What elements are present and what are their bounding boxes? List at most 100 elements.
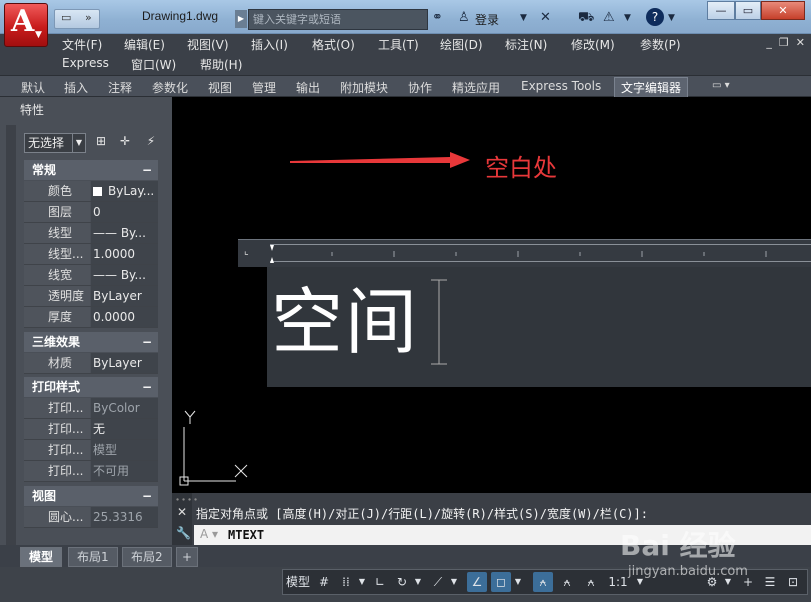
- grid-icon[interactable]: #: [315, 572, 333, 592]
- snap-dropdown-icon[interactable]: ▼: [357, 572, 367, 592]
- model-space-button[interactable]: 模型: [285, 572, 311, 592]
- menu-tools[interactable]: 工具(T): [378, 36, 419, 53]
- tab-layout1[interactable]: 布局1: [68, 547, 118, 567]
- auto-scale-icon[interactable]: ⍲: [557, 572, 577, 592]
- tab-parametric[interactable]: 参数化: [152, 79, 188, 96]
- property-row[interactable]: 线型... 1.0000: [24, 244, 158, 265]
- property-row[interactable]: 打印... 不可用: [24, 461, 158, 482]
- menu-view[interactable]: 视图(V): [187, 36, 229, 53]
- search-input[interactable]: [249, 10, 427, 29]
- property-row[interactable]: 打印... ByColor: [24, 398, 158, 419]
- ortho-icon[interactable]: ∟: [371, 572, 389, 592]
- close-icon[interactable]: ✕: [177, 505, 187, 519]
- ribbon-display-icon[interactable]: ▭ ▾: [712, 80, 730, 91]
- property-row[interactable]: 材质 ByLayer: [24, 353, 158, 374]
- mtext-content[interactable]: 空间: [271, 263, 419, 368]
- isodraft-dropdown-icon[interactable]: ▼: [449, 572, 459, 592]
- mdi-restore-icon[interactable]: ❐: [779, 36, 789, 49]
- tab-annotate[interactable]: 注释: [108, 79, 132, 96]
- collapse-icon[interactable]: −: [142, 377, 152, 397]
- property-row[interactable]: 打印... 无: [24, 419, 158, 440]
- help-dropdown-icon[interactable]: ▼: [668, 13, 675, 23]
- customize-wrench-icon[interactable]: 🔧: [176, 526, 191, 540]
- title-arrow-icon[interactable]: ▶: [235, 10, 247, 28]
- section-general[interactable]: 常规 −: [24, 160, 158, 180]
- menu-window[interactable]: 窗口(W): [131, 56, 176, 73]
- add-layout-icon[interactable]: +: [176, 547, 198, 567]
- close-button[interactable]: ✕: [761, 1, 805, 20]
- command-line-handle[interactable]: ∙∙∙∙ ✕ 🔧: [172, 493, 198, 545]
- collapse-icon[interactable]: −: [142, 332, 152, 352]
- menu-draw[interactable]: 绘图(D): [440, 36, 483, 53]
- tab-collaborate[interactable]: 协作: [408, 79, 432, 96]
- menu-insert[interactable]: 插入(I): [251, 36, 288, 53]
- network-dropdown-icon[interactable]: ▼: [624, 13, 631, 23]
- snap-icon[interactable]: ⁞⁞: [337, 572, 355, 592]
- drawing-canvas[interactable]: 空白处 ⌞ 空间: [172, 97, 811, 493]
- menu-help[interactable]: 帮助(H): [200, 56, 242, 73]
- menu-express[interactable]: Express: [62, 56, 109, 70]
- tab-model[interactable]: 模型: [20, 547, 63, 567]
- annotation-visibility-icon[interactable]: ⍲: [533, 572, 553, 592]
- menu-dimension[interactable]: 标注(N): [505, 36, 547, 53]
- exchange-icon[interactable]: ✕: [540, 10, 551, 25]
- collapse-icon[interactable]: −: [142, 160, 152, 180]
- tab-featured-apps[interactable]: 精选应用: [452, 79, 500, 96]
- polar-icon[interactable]: ↻: [393, 572, 411, 592]
- minimize-button[interactable]: —: [707, 1, 735, 20]
- tab-output[interactable]: 输出: [296, 79, 320, 96]
- object-snap-icon[interactable]: ◻: [491, 572, 511, 592]
- tab-addins[interactable]: 附加模块: [340, 79, 388, 96]
- menu-file[interactable]: 文件(F): [62, 36, 102, 53]
- command-prompt-icon[interactable]: A ▾: [200, 527, 218, 541]
- binoculars-icon[interactable]: ⚭: [432, 10, 443, 25]
- collapse-icon[interactable]: −: [142, 486, 152, 506]
- application-menu-button[interactable]: A ▼: [4, 3, 48, 47]
- maximize-button[interactable]: ▭: [735, 1, 761, 20]
- tab-view[interactable]: 视图: [208, 79, 232, 96]
- mdi-minimize-icon[interactable]: _: [766, 36, 772, 49]
- property-row[interactable]: 线型 —— By...: [24, 223, 158, 244]
- mdi-close-icon[interactable]: ✕: [796, 36, 805, 49]
- tab-express-tools[interactable]: Express Tools: [521, 79, 601, 93]
- grip-icon[interactable]: ∙∙∙∙: [175, 495, 199, 504]
- menu-format[interactable]: 格式(O): [312, 36, 355, 53]
- mtext-editor-box[interactable]: 空间: [267, 267, 811, 387]
- osnap-dropdown-icon[interactable]: ▼: [513, 572, 523, 592]
- section-view[interactable]: 视图 −: [24, 486, 158, 506]
- palette-sidebar-strip[interactable]: [6, 125, 16, 545]
- tab-layout2[interactable]: 布局2: [122, 547, 172, 567]
- toggle-pickadd-icon[interactable]: ⊞: [92, 134, 110, 152]
- help-icon[interactable]: ?: [646, 8, 664, 26]
- selection-dropdown[interactable]: 无选择 ▼: [24, 133, 86, 153]
- property-row[interactable]: 透明度 ByLayer: [24, 286, 158, 307]
- isodraft-icon[interactable]: ⟋: [429, 572, 447, 592]
- tab-text-editor[interactable]: 文字编辑器: [614, 77, 689, 98]
- user-icon[interactable]: ♙: [458, 10, 470, 25]
- quick-access-toolbar[interactable]: ▭ »: [54, 9, 100, 29]
- qat-expand-icon[interactable]: »: [85, 11, 92, 24]
- select-objects-icon[interactable]: ✛: [116, 134, 134, 152]
- object-snap-tracking-icon[interactable]: ∠: [467, 572, 487, 592]
- login-dropdown-icon[interactable]: ▼: [520, 13, 527, 23]
- search-box[interactable]: [248, 9, 428, 30]
- property-row[interactable]: 厚度 0.0000: [24, 307, 158, 328]
- property-row[interactable]: 颜色 ByLay...: [24, 181, 158, 202]
- property-row[interactable]: 圆心... 25.3316: [24, 507, 158, 528]
- tab-insert[interactable]: 插入: [64, 79, 88, 96]
- login-link[interactable]: 登录: [475, 11, 499, 28]
- menu-parametric[interactable]: 参数(P): [640, 36, 681, 53]
- property-row[interactable]: 图层 0: [24, 202, 158, 223]
- quick-select-icon[interactable]: ⚡: [142, 134, 160, 152]
- section-3d-effects[interactable]: 三维效果 −: [24, 332, 158, 352]
- command-input[interactable]: MTEXT: [228, 528, 264, 542]
- ruler-track[interactable]: [270, 244, 811, 263]
- tab-manage[interactable]: 管理: [252, 79, 276, 96]
- section-plot-style[interactable]: 打印样式 −: [24, 377, 158, 397]
- polar-dropdown-icon[interactable]: ▼: [413, 572, 423, 592]
- cart-icon[interactable]: ⛟: [578, 10, 594, 27]
- network-icon[interactable]: ⚠: [603, 10, 615, 25]
- property-row[interactable]: 打印... 模型: [24, 440, 158, 461]
- menu-edit[interactable]: 编辑(E): [124, 36, 165, 53]
- tab-default[interactable]: 默认: [21, 79, 45, 96]
